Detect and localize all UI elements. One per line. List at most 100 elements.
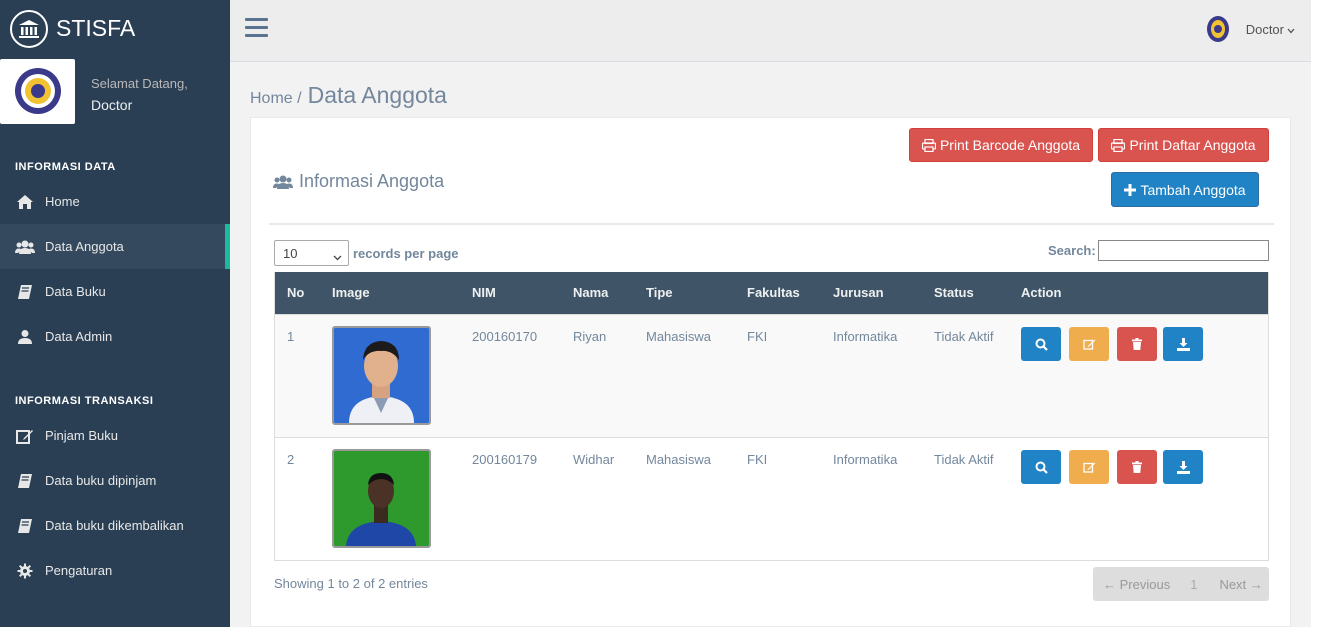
members-panel: Print Barcode Anggota Print Daftar Anggo… <box>250 117 1291 627</box>
sidebar-item-home[interactable]: Home <box>0 179 230 224</box>
users-icon <box>15 239 35 255</box>
sidebar-item-data-buku-dipinjam[interactable]: Data buku dipinjam <box>0 458 230 503</box>
records-per-page-value: 10 <box>283 245 298 261</box>
search-input[interactable] <box>1098 240 1269 261</box>
print-list-button[interactable]: Print Daftar Anggota <box>1098 128 1269 162</box>
sidebar-item-label: Home <box>45 194 80 209</box>
column-header-tipe[interactable]: Tipe <box>646 285 673 300</box>
next-button[interactable]: Next → <box>1219 577 1262 592</box>
download-button[interactable] <box>1163 327 1203 361</box>
column-header-action[interactable]: Action <box>1021 285 1061 300</box>
section-title-informasi-data: INFORMASI DATA <box>15 161 116 173</box>
member-photo <box>332 326 431 425</box>
edit-icon <box>1082 462 1095 473</box>
member-photo <box>332 449 431 548</box>
search-label: Search: <box>1048 243 1096 258</box>
sidebar-item-label: Data Admin <box>45 329 113 344</box>
user-avatar <box>1205 14 1231 44</box>
search-icon <box>1035 461 1048 474</box>
user-menu[interactable]: Doctor <box>1205 14 1295 44</box>
download-button[interactable] <box>1163 450 1203 484</box>
chevron-down-icon <box>1287 22 1295 37</box>
download-icon <box>1176 337 1190 351</box>
brand[interactable]: STISFA <box>0 0 230 57</box>
edit-icon <box>1082 339 1095 350</box>
user-icon <box>15 329 35 345</box>
users-icon <box>273 174 293 190</box>
column-header-fakultas[interactable]: Fakultas <box>747 285 800 300</box>
view-button[interactable] <box>1021 450 1061 484</box>
section-title-informasi-transaksi: INFORMASI TRANSAKSI <box>15 395 154 407</box>
chevron-down-icon <box>333 249 342 264</box>
column-header-image[interactable]: Image <box>332 285 370 300</box>
institution-icon <box>10 9 48 48</box>
divider <box>269 223 1274 225</box>
delete-button[interactable] <box>1117 450 1157 484</box>
print-list-label: Print Daftar Anggota <box>1129 137 1256 153</box>
records-per-page-label: records per page <box>353 246 459 261</box>
sidebar-item-data-anggota[interactable]: Data Anggota <box>0 224 230 269</box>
pagination: ← Previous 1 Next → <box>1093 567 1269 601</box>
panel-title: Informasi Anggota <box>273 171 444 192</box>
profile-name: Doctor <box>91 96 133 113</box>
edit-button[interactable] <box>1069 327 1109 361</box>
delete-button[interactable] <box>1117 327 1157 361</box>
panel-title-text: Informasi Anggota <box>299 171 445 191</box>
app-title: STISFA <box>56 15 136 41</box>
edit-icon <box>15 428 35 444</box>
records-per-page-select[interactable]: 10 <box>274 240 349 266</box>
table-info: Showing 1 to 2 of 2 entries <box>274 576 428 591</box>
sidebar: STISFA Selamat Datang, Doctor INFORMASI … <box>0 0 230 627</box>
avatar <box>0 58 75 124</box>
cell-nim: 200160170 <box>472 329 538 344</box>
gear-icon <box>15 563 35 579</box>
cell-jurusan: Informatika <box>833 329 898 344</box>
column-header-no[interactable]: No <box>287 285 304 300</box>
table-row: 2 200160179 Widhar Mahasiswa FKI Informa… <box>275 437 1268 560</box>
sidebar-item-pinjam-buku[interactable]: Pinjam Buku <box>0 413 230 458</box>
profile-block: Selamat Datang, Doctor <box>0 57 230 125</box>
cell-jurusan: Informatika <box>833 452 898 467</box>
cell-status: Tidak Aktif <box>934 452 994 467</box>
page-title: Data Anggota <box>307 82 447 108</box>
book-icon <box>15 473 35 489</box>
previous-button[interactable]: ← Previous <box>1103 577 1170 592</box>
cell-nim: 200160179 <box>472 452 538 467</box>
column-header-jurusan[interactable]: Jurusan <box>833 285 884 300</box>
book-icon <box>15 284 35 300</box>
edit-button[interactable] <box>1069 450 1109 484</box>
column-header-nim[interactable]: NIM <box>472 285 496 300</box>
sidebar-item-data-admin[interactable]: Data Admin <box>0 314 230 359</box>
print-icon <box>1111 138 1126 152</box>
trash-icon <box>1132 338 1142 350</box>
view-button[interactable] <box>1021 327 1061 361</box>
column-header-nama[interactable]: Nama <box>573 285 608 300</box>
members-table: No Image NIM Nama Tipe Fakultas Jurusan … <box>274 272 1269 561</box>
cell-status: Tidak Aktif <box>934 329 994 344</box>
cell-no: 2 <box>287 452 295 467</box>
print-barcode-button[interactable]: Print Barcode Anggota <box>909 128 1093 162</box>
sidebar-item-data-buku[interactable]: Data Buku <box>0 269 230 314</box>
sidebar-item-label: Pengaturan <box>45 563 113 578</box>
menu-toggle-icon[interactable] <box>245 18 268 42</box>
sidebar-item-label: Data Anggota <box>45 239 124 254</box>
cell-fakultas: FKI <box>747 329 768 344</box>
add-member-label: Tambah Anggota <box>1140 181 1246 198</box>
scroll-strip <box>1311 0 1326 627</box>
sidebar-item-data-buku-dikembalikan[interactable]: Data buku dikembalikan <box>0 503 230 548</box>
trash-icon <box>1132 461 1142 473</box>
welcome-text: Selamat Datang, <box>91 75 188 91</box>
page-number-button[interactable]: 1 <box>1190 577 1197 592</box>
user-name: Doctor <box>1245 21 1284 37</box>
column-header-status[interactable]: Status <box>934 285 974 300</box>
table-row: 1 200160170 Riyan Mahasiswa FKI Informat… <box>275 314 1268 437</box>
sidebar-item-pengaturan[interactable]: Pengaturan <box>0 548 230 593</box>
book-icon <box>15 518 35 534</box>
breadcrumb-home-link[interactable]: Home / <box>250 90 302 108</box>
home-icon <box>15 194 35 210</box>
cell-tipe: Mahasiswa <box>646 452 712 467</box>
sidebar-item-label: Data buku dikembalikan <box>45 518 184 533</box>
sidebar-item-label: Data Buku <box>45 284 106 299</box>
sidebar-item-label: Pinjam Buku <box>45 428 118 443</box>
add-member-button[interactable]: Tambah Anggota <box>1111 172 1259 207</box>
